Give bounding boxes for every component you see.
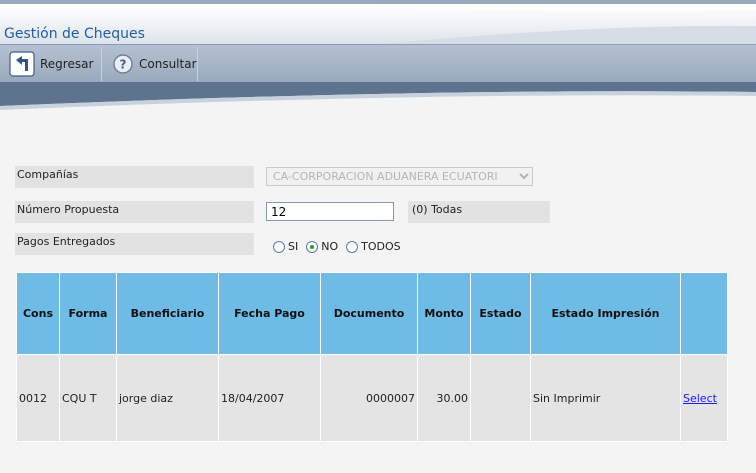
col-header-estado-impresion[interactable]: Estado Impresión <box>530 272 681 355</box>
checks-table: Cons Forma Beneficiario Fecha Pago Docum… <box>16 272 728 442</box>
col-header-documento[interactable]: Documento <box>320 272 418 355</box>
table-header-row: Cons Forma Beneficiario Fecha Pago Docum… <box>16 272 728 355</box>
back-button-label: Regresar <box>40 57 94 71</box>
radio-si-circle[interactable] <box>273 240 285 253</box>
back-button[interactable]: Regresar <box>3 47 102 81</box>
query-button[interactable]: ? Consultar <box>106 47 198 81</box>
radio-no-label: NO <box>321 240 339 253</box>
back-arrow-icon <box>9 51 35 77</box>
radio-si-label: SI <box>288 240 299 253</box>
cell-monto: 30.00 <box>417 354 471 442</box>
cell-forma: CQU T <box>59 354 117 442</box>
cell-fecha-pago: 18/04/2007 <box>218 354 321 442</box>
delivered-label: Pagos Entregados <box>15 233 254 255</box>
col-header-cons[interactable]: Cons <box>16 272 60 355</box>
col-header-action <box>680 272 728 355</box>
select-link[interactable]: Select <box>683 392 717 405</box>
radio-si[interactable]: SI <box>273 240 298 253</box>
radio-todos-circle[interactable] <box>346 240 359 253</box>
table-row: 0012 CQU T jorge diaz 18/04/2007 0000007… <box>16 354 728 442</box>
proposal-number-input[interactable] <box>266 202 394 221</box>
col-header-monto[interactable]: Monto <box>417 272 471 355</box>
cell-documento: 0000007 <box>320 354 418 442</box>
col-header-estado[interactable]: Estado <box>470 272 531 355</box>
page-title: Gestión de Cheques <box>4 26 145 42</box>
company-label: Compañías <box>15 166 254 188</box>
cell-estado-impresion: Sin Imprimir <box>530 354 681 442</box>
cell-cons: 0012 <box>16 354 60 442</box>
radio-todos[interactable]: TODOS <box>346 240 401 253</box>
col-header-beneficiario[interactable]: Beneficiario <box>116 272 219 355</box>
svg-text:?: ? <box>120 58 127 72</box>
radio-no[interactable]: NO <box>306 240 338 253</box>
toolbar: Regresar ? Consultar <box>0 44 756 82</box>
company-select[interactable]: CA-CORPORACION ADUANERA ECUATORI <box>266 167 533 186</box>
query-button-label: Consultar <box>139 57 197 71</box>
col-header-forma[interactable]: Forma <box>59 272 117 355</box>
delivered-radio-group: SI NO TODOS <box>273 240 405 253</box>
col-header-fecha-pago[interactable]: Fecha Pago <box>218 272 321 355</box>
proposal-label: Número Propuesta <box>15 201 254 223</box>
header-banner <box>0 82 756 114</box>
cell-estado <box>470 354 531 442</box>
help-icon: ? <box>112 51 134 77</box>
proposal-hint: (0) Todas <box>408 201 550 223</box>
cell-beneficiario: jorge diaz <box>116 354 219 442</box>
cell-action: Select <box>680 354 728 442</box>
radio-todos-label: TODOS <box>361 240 401 253</box>
radio-no-circle[interactable] <box>306 240 319 253</box>
